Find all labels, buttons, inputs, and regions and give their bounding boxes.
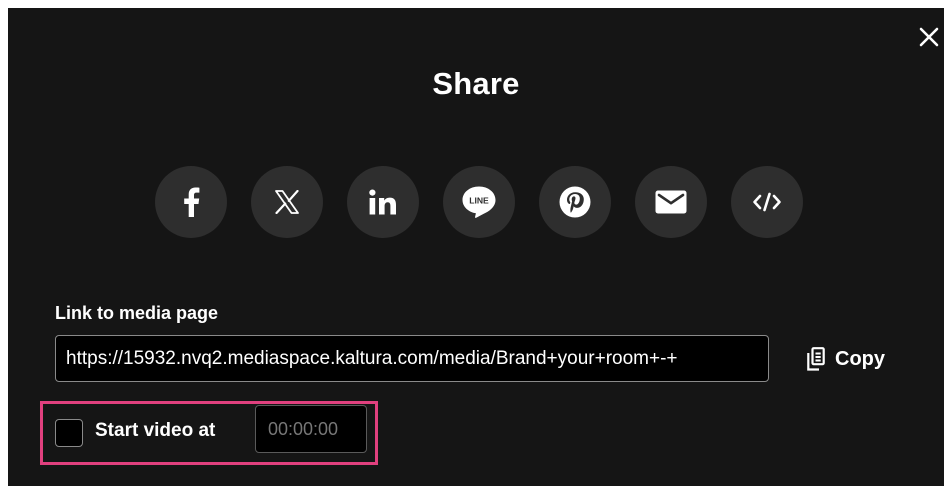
share-line-button[interactable]: LINE [443,166,515,238]
link-label: Link to media page [55,303,219,323]
copy-label: Copy [835,347,885,370]
linkedin-icon [369,189,396,215]
line-icon: LINE [462,186,496,218]
share-pinterest-button[interactable] [539,166,611,238]
start-time-input[interactable] [255,405,367,453]
share-email-button[interactable] [635,166,707,238]
copy-icon [807,347,825,371]
code-icon [753,192,781,212]
share-dialog: Share LINE Link to media page https://15… [8,8,944,486]
dialog-title: Share [432,66,520,101]
share-embed-button[interactable] [731,166,803,238]
envelope-icon [655,190,687,214]
x-twitter-icon [275,190,299,214]
start-video-checkbox[interactable] [55,419,83,447]
share-facebook-button[interactable] [155,166,227,238]
media-link-input[interactable] [55,335,769,382]
copy-button[interactable]: Copy [807,341,885,377]
line-icon-text: LINE [469,196,489,206]
close-icon [919,27,939,47]
close-button[interactable] [914,22,944,52]
pinterest-icon [559,186,591,218]
social-buttons: LINE [155,166,803,238]
facebook-icon [184,187,200,217]
share-linkedin-button[interactable] [347,166,419,238]
share-x-button[interactable] [251,166,323,238]
start-video-label: Start video at [95,420,216,441]
